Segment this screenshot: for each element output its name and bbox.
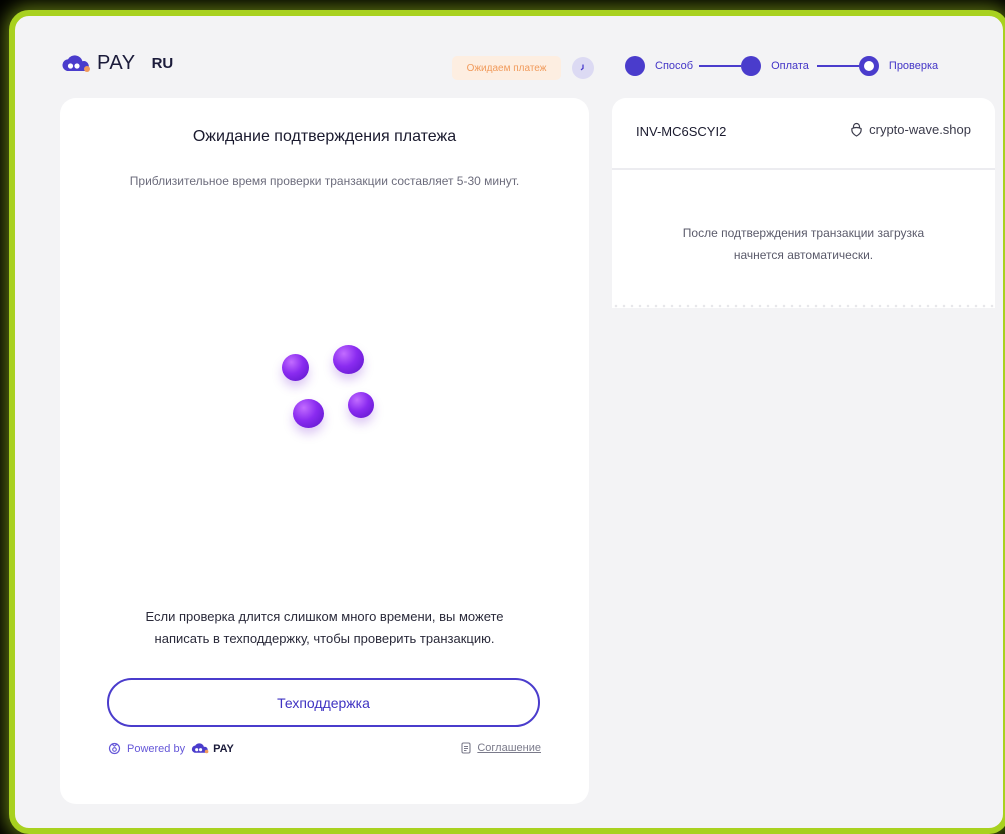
page-frame: PAY RU Ожидаем платеж Способ Оплата Пров… [0, 0, 1005, 834]
logo-text: PAY [97, 52, 136, 74]
step-dot-verification [858, 56, 879, 76]
verification-card: Ожидание подтверждения платежа Приблизит… [60, 98, 589, 804]
invoice-card: INV-MC6SCYI2 crypto-wave.shop После подт… [612, 98, 995, 308]
clock-icon [580, 64, 584, 71]
invoice-header: INV-MC6SCYI2 crypto-wave.shop [612, 98, 995, 170]
step-dot-payment [741, 56, 762, 76]
loading-spinner [270, 338, 380, 448]
payment-panel: PAY RU Ожидаем платеж Способ Оплата Пров… [9, 10, 1005, 834]
support-hint-line: Если проверка длится слишком много време… [145, 609, 504, 624]
step-connector [816, 65, 859, 67]
cloud-logo-icon [191, 743, 209, 754]
support-button[interactable]: Техподдержка [107, 678, 540, 727]
agreement-link[interactable]: Соглашение [477, 742, 541, 754]
step-label-payment: Оплата [771, 60, 809, 72]
spinner-orb [293, 399, 324, 428]
step-label-verification: Проверка [888, 60, 939, 72]
step-label-method: Способ [655, 60, 694, 72]
spinner-orb [333, 345, 364, 374]
powered-by-text: Powered by [127, 742, 186, 755]
spinner-orb [348, 392, 374, 418]
lock-icon [851, 122, 862, 137]
support-hint-line: написать в техподдержку, чтобы проверить… [154, 631, 495, 646]
shop-name: crypto-wave.shop [869, 122, 971, 137]
auto-download-message: После подтверждения транзакции загрузка … [632, 222, 975, 266]
invoice-id: INV-MC6SCYI2 [636, 124, 727, 139]
powered-by[interactable]: Powered by PAY [108, 742, 234, 755]
support-hint: Если проверка длится слишком много време… [90, 606, 559, 650]
powered-by-brand: PAY [213, 742, 234, 755]
message-line: После подтверждения транзакции загрузка [682, 226, 925, 240]
logo: PAY RU [61, 52, 173, 75]
timer-button[interactable] [572, 57, 594, 79]
cloud-logo-icon [62, 54, 90, 72]
progress-steps: Способ Оплата Проверка [625, 56, 938, 76]
message-line: начнется автоматически. [733, 248, 874, 262]
language-switch[interactable]: RU [152, 55, 174, 72]
estimate-text: Приблизительное время проверки транзакци… [129, 174, 520, 188]
agreement[interactable]: Соглашение [461, 742, 541, 754]
header: PAY RU Ожидаем платеж Способ Оплата Пров… [15, 16, 1003, 102]
step-connector [699, 65, 742, 67]
page-title: Ожидание подтверждения платежа [192, 128, 457, 145]
shop-domain: crypto-wave.shop [850, 122, 971, 137]
perforated-edge [612, 304, 995, 308]
document-icon [461, 742, 471, 754]
status-badge: Ожидаем платеж [452, 56, 561, 80]
spinner-orb [282, 354, 309, 381]
support-icon [108, 742, 121, 755]
step-dot-method [625, 56, 645, 76]
